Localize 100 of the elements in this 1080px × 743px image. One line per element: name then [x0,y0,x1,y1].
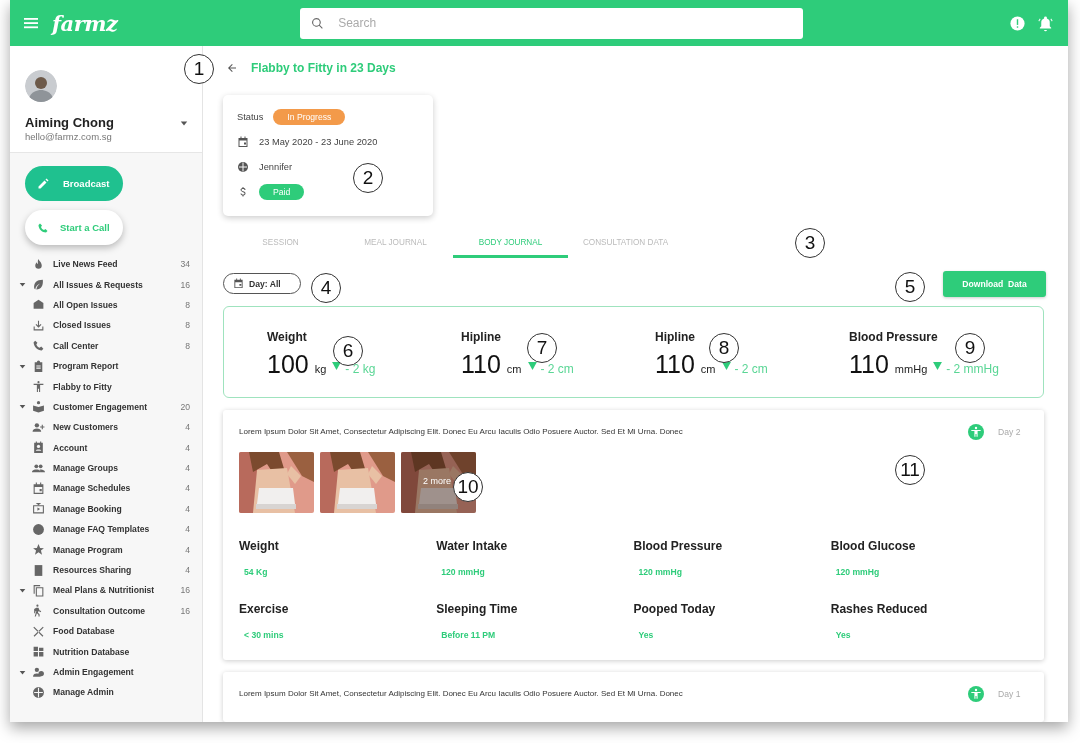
caret-icon[interactable] [19,281,26,289]
phone-icon [37,221,49,234]
field-value: Before 11 PM [440,630,497,640]
metric-unit: kg [314,363,327,375]
globe-icon [32,685,45,699]
callout-number: 9 [955,333,985,363]
nav-item[interactable]: Consultation Outcome 16 [10,600,202,622]
field-value: 120 mmHg [440,567,486,577]
user-name: Aiming Chong [25,115,114,130]
nav-item[interactable]: Customer Engagement 20 [10,396,202,418]
nav-item[interactable]: Closed Issues 8 [10,315,202,336]
nav-item[interactable]: Account 4 [10,437,202,458]
nav-item[interactable]: Program Report [10,355,202,377]
calendar-icon [237,135,249,148]
caret-icon[interactable] [19,403,26,411]
nav-item[interactable]: Manage Booking 4 [10,498,202,520]
person-icon [968,686,984,702]
field-label: Blood Glucose [830,539,917,553]
search-icon [311,16,325,30]
callout-number: 4 [311,273,341,303]
leaf-icon [32,278,45,292]
contact-icon [32,441,45,455]
field-value: 120 mmHg [834,567,881,577]
metric-label: Hipline [655,330,696,344]
payment-badge: Paid [259,183,305,200]
nav-item[interactable]: Manage Groups 4 [10,457,202,479]
day-label: Day 1 [998,689,1022,699]
metric-change: - 2 mmHg [946,362,999,376]
callout-number: 11 [895,455,925,485]
field-label: Pooped Today [633,602,717,616]
metric-unit: cm [700,363,716,375]
status-label: Status [237,111,264,122]
user-email: hello@farmz.com.sg [25,131,113,142]
field-label: Blood Pressure [633,539,724,553]
down-triangle-icon [933,362,943,371]
down-triangle-icon [332,362,342,371]
nav-item[interactable]: Live News Feed 34 [10,254,202,275]
phone-icon [32,339,45,353]
metric-label: Hipline [461,330,502,344]
logo: farmz [52,10,118,36]
person-add-icon [32,420,45,434]
field-label: Water Intake [436,539,509,553]
metric-change: - 2 cm [540,362,574,376]
field-label: Weight [239,539,280,553]
date-range: 23 May 2020 - 23 June 2020 [259,136,378,147]
flame-icon [32,257,45,271]
caret-icon[interactable] [180,118,188,127]
field-value: 120 mmHg [637,567,683,577]
nav-item[interactable]: Manage Admin [10,682,202,703]
calendar-icon [32,482,45,495]
person-icon [32,380,45,394]
down-triangle-icon [527,362,537,371]
nav-item[interactable]: Meal Plans & Nutritionist 16 [10,580,202,601]
field-label: Rashes Reduced [830,602,929,616]
nav-item[interactable]: Food Database [10,621,202,642]
page-title: Flabby to Fitty in 23 Days [251,61,396,76]
nav-item[interactable]: Flabby to Fitty [10,376,202,397]
caret-icon[interactable] [19,668,26,676]
coach-name: Jennifer [259,161,293,172]
metric-value: 110 [849,350,889,379]
nav-item[interactable]: Manage Program 4 [10,539,202,560]
tv-icon [32,502,45,516]
callout-number: 7 [527,333,557,363]
copy-icon [32,583,45,597]
field-label: Sleeping Time [436,602,519,616]
down-triangle-icon [721,362,731,371]
nav-item[interactable]: All Issues & Requests 16 [10,274,202,295]
field-value: 54 Kg [243,567,269,577]
people-icon [32,461,45,475]
metric-label: Weight [267,330,308,344]
grid-icon [32,645,45,659]
nav-item[interactable]: All Open Issues 8 [10,294,202,316]
more-photos-label[interactable]: 2 more [423,476,451,486]
pencil-icon [37,177,49,190]
caret-icon[interactable] [19,362,26,370]
journal-text: Lorem Ipsum Dolor Sit Amet, Consectetur Adipiscing Elit. Donec Eu Arcu Iaculis Odio Posuere Auctor. Sed Et Mi Urna. Donec [239,689,684,699]
nav-item[interactable]: Admin Engagement [10,661,202,683]
person-icon [968,424,984,440]
nav-item[interactable]: Call Center 8 [10,335,202,356]
caret-icon[interactable] [19,586,26,594]
nav-item[interactable]: Manage FAQ Templates 4 [10,519,202,540]
metric-change: - 2 cm [734,362,768,376]
nav-item[interactable]: New Customers 4 [10,417,202,438]
utensils-icon [32,624,45,638]
clipboard-icon [32,359,45,373]
nav-item[interactable]: Resources Sharing 4 [10,559,202,581]
metric-label: Blood Pressure [849,330,939,344]
metric-unit: cm [506,363,522,375]
field-value: < 30 mins [243,630,285,640]
calendar-icon [233,278,244,290]
callout-number: 3 [795,228,825,258]
status-badge: In Progress [273,108,346,125]
search-field[interactable]: Search [300,7,804,39]
nav-item[interactable]: Manage Schedules 4 [10,478,202,499]
metric-value: 100 [267,350,309,379]
nav-item[interactable]: Nutrition Database [10,641,202,662]
day-filter-button[interactable]: Day: All [223,273,301,295]
star-icon [32,543,45,557]
metric-unit: mmHg [894,363,928,375]
field-value: Yes [637,630,655,640]
